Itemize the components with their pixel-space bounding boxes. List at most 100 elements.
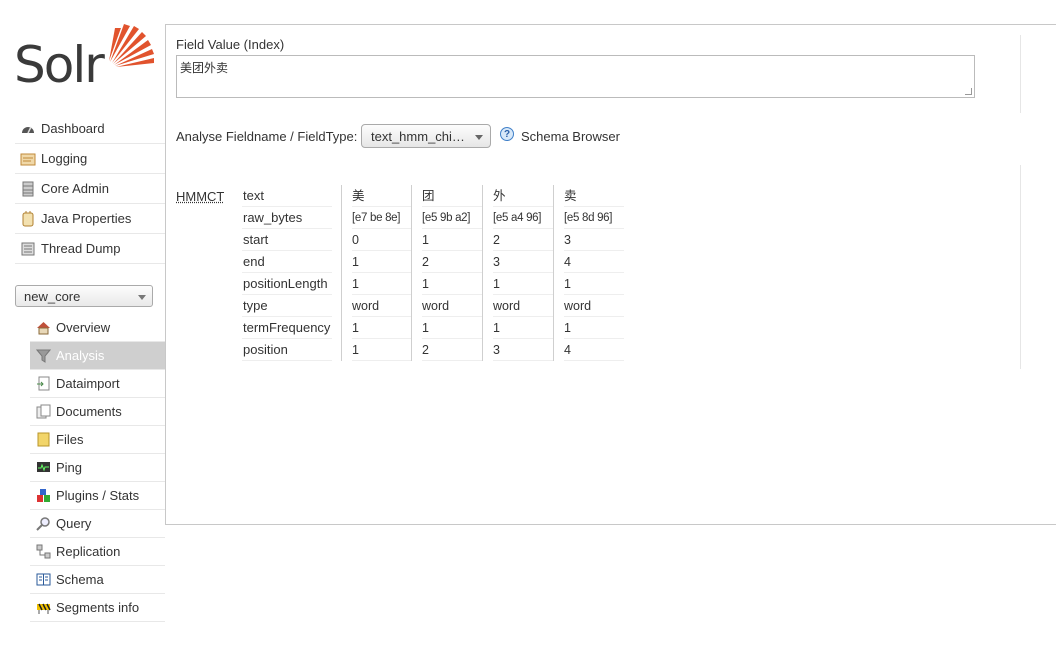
token-raw-bytes: [e5 a4 96] [493, 207, 553, 229]
tokenizer-name[interactable]: HMMCT [176, 189, 224, 204]
token-term-frequency: 1 [352, 317, 412, 339]
token-term-frequency: 1 [493, 317, 553, 339]
nav-item-logging[interactable]: Logging [15, 144, 165, 174]
core-nav-item-analysis[interactable]: Analysis [30, 342, 165, 370]
token-text: 团 [422, 185, 482, 207]
core-nav-label: Schema [56, 572, 104, 587]
schema-icon [36, 572, 51, 587]
dashboard-icon [20, 121, 36, 137]
core-nav-item-documents[interactable]: Documents [30, 398, 165, 426]
attribute-name: start [242, 229, 332, 251]
attribute-name: positionLength [242, 273, 332, 295]
chevron-down-icon [475, 135, 483, 140]
thread-dump-icon [20, 241, 36, 257]
core-nav-label: Documents [56, 404, 122, 419]
token-raw-bytes: [e5 9b a2] [422, 207, 482, 229]
nav-item-label: Logging [41, 151, 88, 166]
token-raw-bytes: [e5 8d 96] [564, 207, 624, 229]
core-nav-item-dataimport[interactable]: Dataimport [30, 370, 165, 398]
core-nav-label: Plugins / Stats [56, 488, 140, 503]
nav-item-thread-dump[interactable]: Thread Dump [15, 234, 165, 264]
nav-item-core-admin[interactable]: Core Admin [15, 174, 165, 204]
panel-divider [1020, 165, 1021, 369]
analysis-panel: Field Value (Index) 美团外卖 Analyse Fieldna… [165, 24, 1056, 525]
token-end: 4 [564, 251, 624, 273]
field-value-label: Field Value (Index) [176, 37, 285, 52]
field-value-text: 美团外卖 [180, 61, 229, 75]
attribute-name: termFrequency [242, 317, 332, 339]
token-end: 2 [422, 251, 482, 273]
token-text: 卖 [564, 185, 624, 207]
solr-logo[interactable]: Solr [14, 22, 154, 92]
fieldtype-value: text_hmm_chi… [371, 128, 465, 144]
core-nav-item-ping[interactable]: Ping [30, 454, 165, 482]
token-position: 2 [422, 339, 482, 361]
resize-handle-icon[interactable] [965, 88, 972, 95]
documents-icon [36, 404, 51, 419]
nav-item-label: Java Properties [41, 211, 132, 226]
chevron-down-icon [138, 295, 146, 300]
analysis-icon [35, 348, 52, 363]
core-nav-label: Dataimport [56, 376, 120, 391]
core-nav-label: Query [56, 516, 92, 531]
attribute-name: end [242, 251, 332, 273]
token-end: 1 [352, 251, 412, 273]
fieldtype-select[interactable]: text_hmm_chi… [361, 124, 491, 148]
overview-icon [36, 320, 51, 335]
token-column: 美 [e7 be 8e] 0 1 1 word 1 1 [341, 185, 412, 361]
core-nav: Overview Analysis Dataimport Documents F… [30, 314, 165, 622]
core-nav-label: Ping [56, 460, 83, 475]
token-type: word [493, 295, 553, 317]
token-type: word [352, 295, 412, 317]
token-start: 2 [493, 229, 553, 251]
panel-divider [1020, 35, 1021, 113]
attribute-name: text [242, 185, 332, 207]
solr-sun-icon [109, 24, 154, 67]
core-nav-item-overview[interactable]: Overview [30, 314, 165, 342]
core-nav-item-replication[interactable]: Replication [30, 538, 165, 566]
help-icon[interactable]: ? [500, 127, 514, 141]
nav-item-dashboard[interactable]: Dashboard [15, 114, 165, 144]
field-value-input[interactable]: 美团外卖 [176, 55, 975, 98]
nav-item-label: Core Admin [41, 181, 109, 196]
token-raw-bytes: [e7 be 8e] [352, 207, 412, 229]
token-position-length: 1 [493, 273, 553, 295]
core-nav-item-plugins-stats[interactable]: Plugins / Stats [30, 482, 165, 510]
token-text: 美 [352, 185, 412, 207]
token-position: 1 [352, 339, 412, 361]
core-admin-icon [20, 181, 36, 197]
core-nav-label: Files [56, 432, 84, 447]
token-column: 卖 [e5 8d 96] 3 4 1 word 1 4 [553, 185, 624, 361]
dataimport-icon [36, 376, 51, 391]
core-nav-item-query[interactable]: Query [30, 510, 165, 538]
token-column: 外 [e5 a4 96] 2 3 1 word 1 3 [482, 185, 553, 361]
attribute-name: position [242, 339, 332, 361]
token-position-length: 1 [422, 273, 482, 295]
core-selector[interactable]: new_core [15, 285, 153, 307]
fieldtype-label: Analyse Fieldname / FieldType: [176, 129, 358, 144]
segments-icon [36, 600, 51, 615]
core-nav-item-segments-info[interactable]: Segments info [30, 594, 165, 622]
core-nav-item-files[interactable]: Files [30, 426, 165, 454]
token-start: 3 [564, 229, 624, 251]
core-nav-label: Overview [56, 320, 111, 335]
logging-icon [20, 151, 36, 167]
nav-item-label: Dashboard [41, 121, 105, 136]
core-nav-item-schema[interactable]: Schema [30, 566, 165, 594]
token-term-frequency: 1 [422, 317, 482, 339]
token-position-length: 1 [564, 273, 624, 295]
attribute-name: type [242, 295, 332, 317]
token-type: word [564, 295, 624, 317]
attribute-name: raw_bytes [242, 207, 332, 229]
core-selector-value: new_core [24, 288, 81, 304]
query-icon [36, 516, 51, 531]
token-position: 3 [493, 339, 553, 361]
core-nav-label: Replication [56, 544, 121, 559]
token-start: 0 [352, 229, 412, 251]
schema-browser-link[interactable]: Schema Browser [521, 129, 620, 144]
java-properties-icon [20, 210, 36, 227]
core-nav-label: Segments info [56, 600, 140, 615]
token-type: word [422, 295, 482, 317]
nav-item-java-properties[interactable]: Java Properties [15, 204, 165, 234]
main-nav: Dashboard Logging Core Admin Java Proper… [15, 114, 165, 264]
